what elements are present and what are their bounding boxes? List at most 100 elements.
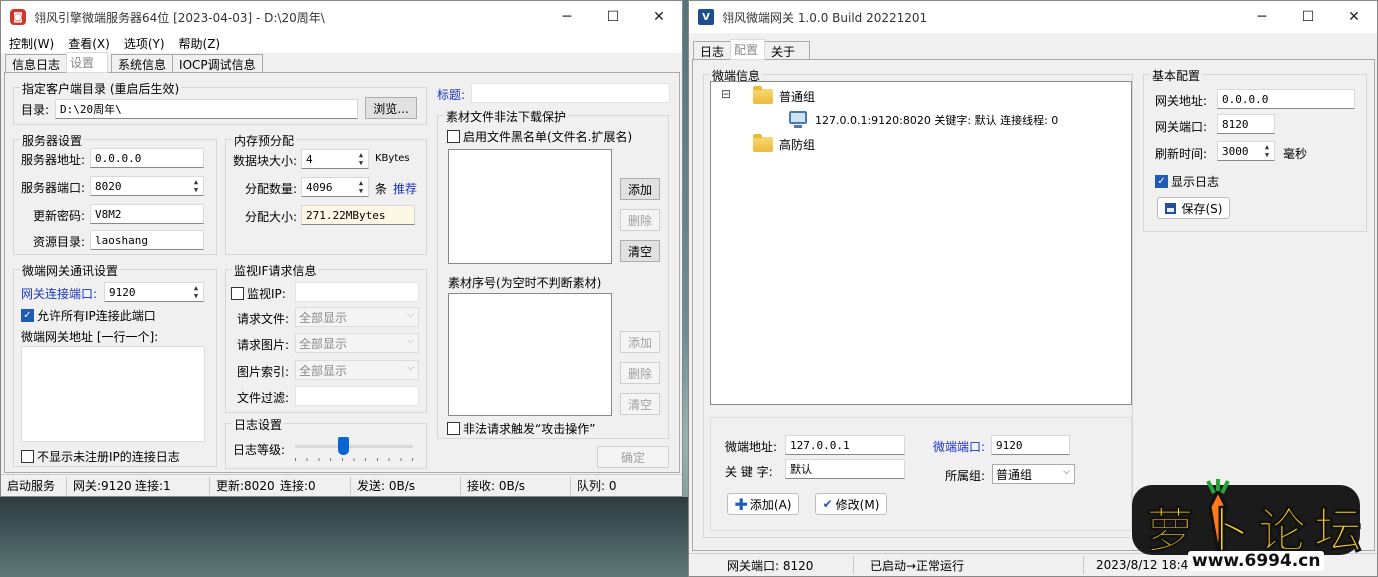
status-start-service[interactable]: 启动服务	[1, 476, 67, 495]
alloc-size-label: 分配大小:	[245, 210, 298, 224]
spin-arrows-icon[interactable]: ▲ ▼	[190, 178, 202, 194]
hide-log-checkbox[interactable]: 不显示未注册IP的连接日志	[21, 448, 180, 465]
gateway-port-value: 9120	[109, 285, 136, 299]
browse-button[interactable]: 浏览...	[365, 97, 417, 119]
show-log-checkbox[interactable]: ✓ 显示日志	[1155, 173, 1219, 190]
status-recv: 接收: 0B/s	[461, 476, 571, 495]
gateway-port-input[interactable]: 9120 ▲ ▼	[104, 282, 204, 302]
group-select[interactable]: 普通组 ⌵	[992, 464, 1075, 484]
seq-add-button[interactable]: 添加	[620, 331, 660, 353]
seq-clear-button[interactable]: 清空	[620, 393, 660, 415]
tab-about[interactable]: 关于	[764, 41, 811, 60]
refresh-input[interactable]: 3000 ▲ ▼	[1217, 141, 1275, 161]
minimize-button[interactable]: ─	[544, 1, 590, 33]
request-file-select[interactable]: 全部显示 ⌵	[295, 307, 419, 327]
refresh-value: 3000	[1222, 144, 1249, 158]
blacklist-clear-button[interactable]: 清空	[620, 240, 660, 262]
alloc-count-label: 分配数量:	[245, 182, 298, 196]
password-input[interactable]: V8M2	[90, 204, 204, 224]
tree-group-normal[interactable]: 普通组	[779, 88, 815, 105]
tree-group-defense[interactable]: 高防组	[779, 136, 815, 153]
block-size-value: 4	[306, 152, 313, 166]
server-addr-input[interactable]: 0.0.0.0	[90, 148, 204, 168]
tab-settings[interactable]: 设置	[66, 52, 109, 73]
gateway-addr-input[interactable]: 0.0.0.0	[1217, 89, 1355, 109]
blacklist-delete-button[interactable]: 删除	[620, 209, 660, 231]
gateway-port-input[interactable]: 8120	[1217, 114, 1275, 134]
file-filter-input[interactable]	[295, 386, 419, 406]
blacklist-checkbox[interactable]: 启用文件黑名单(文件名.扩展名)	[447, 128, 632, 145]
menu-options[interactable]: 选项(Y)	[124, 35, 165, 52]
heading-input[interactable]	[471, 83, 670, 103]
minimize-button[interactable]: ─	[1239, 1, 1285, 33]
micro-addr-input[interactable]: 127.0.0.1	[785, 435, 905, 455]
chevron-down-icon: ⌵	[407, 310, 414, 320]
allow-all-checkbox[interactable]: ✓ 允许所有IP连接此端口	[21, 307, 156, 324]
blacklist-list[interactable]	[448, 149, 612, 264]
tab-info-log[interactable]: 信息日志	[5, 54, 68, 73]
menu-view[interactable]: 查看(X)	[68, 35, 110, 52]
count-unit: 条	[375, 182, 388, 196]
spin-arrows-icon[interactable]: ▲ ▼	[190, 284, 202, 300]
dir-label: 目录:	[21, 103, 50, 117]
slider-thumb[interactable]	[338, 437, 349, 455]
monitor-ip-input[interactable]	[295, 282, 419, 302]
log-level-slider[interactable]	[295, 437, 413, 461]
micro-port-input[interactable]: 9120	[991, 435, 1070, 455]
resource-dir-input[interactable]: laoshang	[90, 230, 204, 250]
tree-node-server[interactable]: 127.0.0.1:9120:8020 关键字: 默认 连接线程: 0	[815, 112, 1058, 128]
spin-arrows-icon[interactable]: ▲ ▼	[1261, 143, 1273, 159]
close-button[interactable]: ✕	[1331, 1, 1377, 33]
tab-system-info[interactable]: 系统信息	[111, 54, 174, 73]
material-seq-list[interactable]	[448, 293, 612, 416]
close-button[interactable]: ✕	[636, 1, 682, 33]
tab-log[interactable]: 日志	[693, 41, 732, 60]
spin-arrows-icon[interactable]: ▲ ▼	[355, 179, 367, 195]
checkmark-icon: ✔	[822, 497, 833, 511]
dir-input[interactable]: D:\20周年\	[55, 99, 358, 119]
group-title: 日志设置	[232, 416, 285, 433]
micro-tree[interactable]: ⊟ 普通组 127.0.0.1:9120:8020 关键字: 默认 连接线程: …	[710, 81, 1132, 405]
status-bar: 启动服务 网关:9120 连接:1 更新:8020 连接:0 发送: 0B/s …	[1, 474, 682, 496]
ok-button[interactable]: 确定	[597, 446, 669, 468]
floppy-disk-icon	[1164, 202, 1176, 214]
gateway-port-label: 网关连接端口:	[21, 287, 98, 301]
tab-config[interactable]: 配置	[730, 39, 766, 60]
request-image-select[interactable]: 全部显示 ⌵	[295, 333, 419, 353]
save-button[interactable]: 保存(S)	[1157, 197, 1230, 219]
attack-trigger-label: 非法请求触发“攻击操作”	[463, 422, 596, 436]
monitor-ip-checkbox[interactable]: 监视IP:	[231, 285, 286, 302]
seq-delete-button[interactable]: 删除	[620, 362, 660, 384]
recommend-link[interactable]: 推荐	[393, 180, 417, 197]
image-index-select[interactable]: 全部显示 ⌵	[295, 360, 419, 380]
gateway-addr-textarea[interactable]	[21, 346, 205, 442]
spin-arrows-icon[interactable]: ▲ ▼	[355, 151, 367, 167]
edit-button[interactable]: ✔ 修改(M)	[815, 493, 887, 515]
folder-icon	[753, 86, 773, 104]
alloc-count-input[interactable]: 4096 ▲ ▼	[301, 177, 369, 197]
tab-iocp-debug[interactable]: IOCP调试信息	[172, 54, 263, 73]
menu-control[interactable]: 控制(W)	[9, 35, 54, 52]
block-size-input[interactable]: 4 ▲ ▼	[301, 149, 369, 169]
attack-trigger-checkbox[interactable]: 非法请求触发“攻击操作”	[447, 420, 595, 437]
add-button[interactable]: ✚ 添加(A)	[727, 493, 799, 515]
window-title: 翎风微端网关 1.0.0 Build 20221201	[722, 10, 928, 25]
resource-dir-label: 资源目录:	[33, 235, 86, 249]
server-port-input[interactable]: 8020 ▲ ▼	[90, 176, 204, 196]
monitor-ip-label: 监视IP:	[247, 287, 286, 301]
blacklist-add-button[interactable]: 添加	[620, 178, 660, 200]
status-update: 更新:8020	[216, 479, 275, 493]
group-select-value: 普通组	[996, 467, 1033, 482]
checkbox-icon	[231, 287, 244, 300]
status-queue: 队列: 0	[577, 479, 617, 493]
status-send: 发送: 0B/s	[351, 476, 461, 495]
menu-help[interactable]: 帮助(Z)	[179, 35, 221, 52]
maximize-button[interactable]: ☐	[590, 1, 636, 33]
status-conn0: 连接:0	[274, 476, 351, 495]
edit-button-label: 修改(M)	[835, 497, 880, 512]
keyword-input[interactable]: 默认	[785, 459, 905, 479]
collapse-icon[interactable]: ⊟	[721, 87, 731, 101]
checkbox-icon	[447, 422, 460, 435]
maximize-button[interactable]: ☐	[1285, 1, 1331, 33]
save-button-label: 保存(S)	[1181, 201, 1223, 216]
